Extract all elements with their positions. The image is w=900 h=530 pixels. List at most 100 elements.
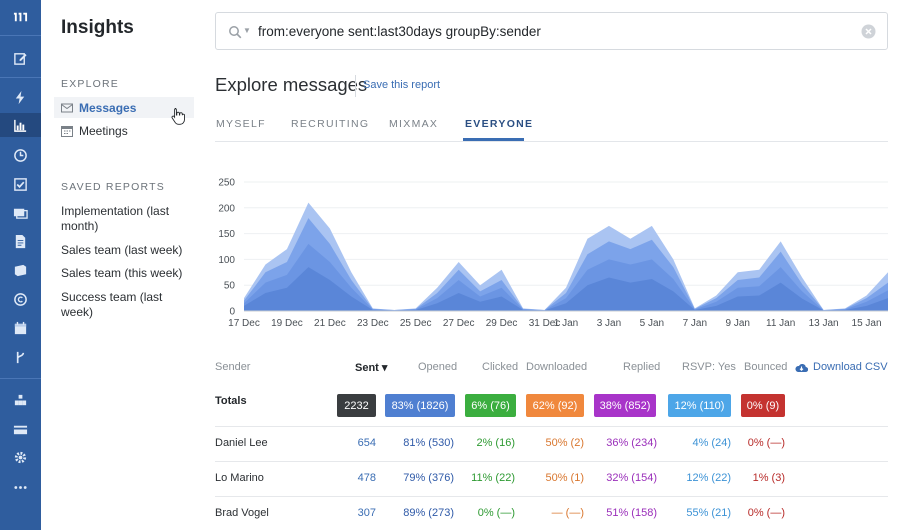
- app-rail: [0, 0, 41, 530]
- y-tick-label: 0: [229, 307, 235, 318]
- sent-column-header[interactable]: Sent ▾: [355, 361, 387, 374]
- total-badge: 83% (1826): [385, 394, 455, 417]
- compose-icon[interactable]: [0, 46, 41, 70]
- row-divider: [215, 461, 888, 462]
- page-title: Insights: [61, 17, 134, 38]
- clicked-column-header[interactable]: Clicked: [482, 361, 518, 373]
- table-cell[interactable]: 307: [358, 507, 376, 519]
- sender-name: Daniel Lee: [215, 437, 268, 449]
- explore-section-label: EXPLORE: [61, 78, 120, 90]
- rsvp-column-header[interactable]: RSVP: Yes: [682, 361, 736, 373]
- search-options-dropdown[interactable]: ▼: [243, 26, 251, 35]
- checklist-icon[interactable]: [0, 172, 41, 196]
- table-cell: 1% (3): [752, 472, 785, 484]
- tab-mixmax[interactable]: MIXMAX: [389, 118, 438, 130]
- x-tick-label: 1 Jan: [554, 318, 578, 329]
- saved-report-item[interactable]: Success team (last week): [61, 290, 193, 320]
- calendar-icon[interactable]: [0, 316, 41, 340]
- table-cell: 51% (158): [606, 507, 657, 519]
- clear-search-icon[interactable]: [861, 24, 876, 39]
- table-cell: 2% (16): [476, 437, 515, 449]
- totals-label: Totals: [215, 395, 247, 407]
- table-cell: 50% (2): [545, 437, 584, 449]
- table-cell: 11% (22): [471, 472, 515, 484]
- opened-column-header[interactable]: Opened: [418, 361, 457, 373]
- x-tick-label: 25 Dec: [400, 318, 432, 329]
- cloud-download-icon: [795, 363, 808, 372]
- mixmax-logo-icon[interactable]: [0, 4, 41, 28]
- tab-everyone[interactable]: EVERYONE: [465, 118, 533, 130]
- x-tick-label: 15 Jan: [852, 318, 882, 329]
- y-tick-label: 50: [224, 281, 236, 292]
- y-tick-label: 100: [218, 255, 235, 266]
- y-tick-label: 250: [218, 178, 235, 189]
- table-cell: 32% (154): [606, 472, 657, 484]
- inbox-stack-icon[interactable]: [0, 200, 41, 224]
- saved-reports-label: SAVED REPORTS: [61, 181, 165, 193]
- download-csv-label: Download CSV: [813, 361, 888, 373]
- bar-chart-icon[interactable]: [0, 113, 41, 137]
- table-cell: 0% (—): [747, 437, 785, 449]
- x-tick-label: 5 Jan: [640, 318, 664, 329]
- envelope-icon: [61, 102, 73, 114]
- sort-desc-icon: ▾: [381, 362, 388, 374]
- table-cell: — (—): [551, 507, 584, 519]
- search-icon[interactable]: [228, 25, 242, 39]
- replied-column-header[interactable]: Replied: [623, 361, 660, 373]
- x-tick-label: 11 Jan: [766, 318, 795, 329]
- save-report-link[interactable]: Save this report: [363, 79, 440, 91]
- x-tick-label: 3 Jan: [597, 318, 621, 329]
- saved-report-item[interactable]: Sales team (last week): [61, 243, 193, 258]
- x-tick-label: 13 Jan: [809, 318, 839, 329]
- x-tick-label: 21 Dec: [314, 318, 346, 329]
- download-csv-button[interactable]: Download CSV: [795, 361, 888, 373]
- table-cell: 4% (24): [692, 437, 731, 449]
- table-cell: 36% (234): [606, 437, 657, 449]
- total-badge: 2232: [337, 394, 376, 417]
- nav-item-label: Meetings: [79, 123, 128, 138]
- x-tick-label: 27 Dec: [443, 318, 475, 329]
- table-cell: 0% (—): [477, 507, 515, 519]
- table-cell: 79% (376): [403, 472, 454, 484]
- y-tick-label: 150: [218, 229, 235, 240]
- table-cell[interactable]: 654: [358, 437, 376, 449]
- explore-heading: Explore messages: [215, 74, 368, 95]
- messages-area-chart: 0 50 100 150 200 250 17 Dec 19 Dec 21 Dec 23 Dec 2…: [218, 178, 888, 329]
- table-cell: 12% (22): [686, 472, 731, 484]
- x-tick-label: 29 Dec: [486, 318, 518, 329]
- calendar-icon: [61, 125, 73, 137]
- total-badge: 38% (852): [594, 394, 656, 417]
- y-tick-label: 200: [218, 203, 235, 214]
- total-badge: 6% (76): [465, 394, 516, 417]
- lightning-icon[interactable]: [0, 85, 41, 109]
- saved-report-item[interactable]: Implementation (last month): [61, 204, 193, 234]
- card-icon[interactable]: [0, 417, 41, 441]
- gear-icon[interactable]: [0, 445, 41, 469]
- table-cell: 0% (—): [747, 507, 785, 519]
- sender-column-header[interactable]: Sender: [215, 361, 250, 373]
- branch-icon[interactable]: [0, 345, 41, 369]
- table-cell: 55% (21): [686, 507, 731, 519]
- search-input[interactable]: from:everyone sent:last30days groupBy:se…: [258, 24, 541, 39]
- tab-recruiting[interactable]: RECRUITING: [291, 118, 369, 130]
- sender-name: Lo Marino: [215, 472, 264, 484]
- table-cell: 50% (1): [545, 472, 584, 484]
- search-bar[interactable]: ▼ from:everyone sent:last30days groupBy:…: [215, 12, 888, 50]
- clock-icon[interactable]: [0, 143, 41, 167]
- nav-item-label: Messages: [79, 100, 137, 115]
- copyright-icon[interactable]: [0, 287, 41, 311]
- x-tick-label: 9 Jan: [725, 318, 749, 329]
- bounced-column-header[interactable]: Bounced: [744, 361, 787, 373]
- x-tick-label: 7 Jan: [683, 318, 707, 329]
- total-badge: 62% (92): [526, 394, 584, 417]
- more-icon[interactable]: [0, 475, 41, 499]
- report-tabs: MYSELF RECRUITING MIXMAX EVERYONE: [215, 110, 888, 142]
- saved-report-item[interactable]: Sales team (this week): [61, 266, 193, 281]
- book-icon[interactable]: [0, 258, 41, 282]
- team-icon[interactable]: [0, 388, 41, 412]
- table-cell[interactable]: 478: [358, 472, 376, 484]
- document-icon[interactable]: [0, 229, 41, 253]
- downloaded-column-header[interactable]: Downloaded: [526, 361, 587, 373]
- tab-myself[interactable]: MYSELF: [216, 118, 266, 130]
- x-tick-label: 17 Dec: [228, 318, 260, 329]
